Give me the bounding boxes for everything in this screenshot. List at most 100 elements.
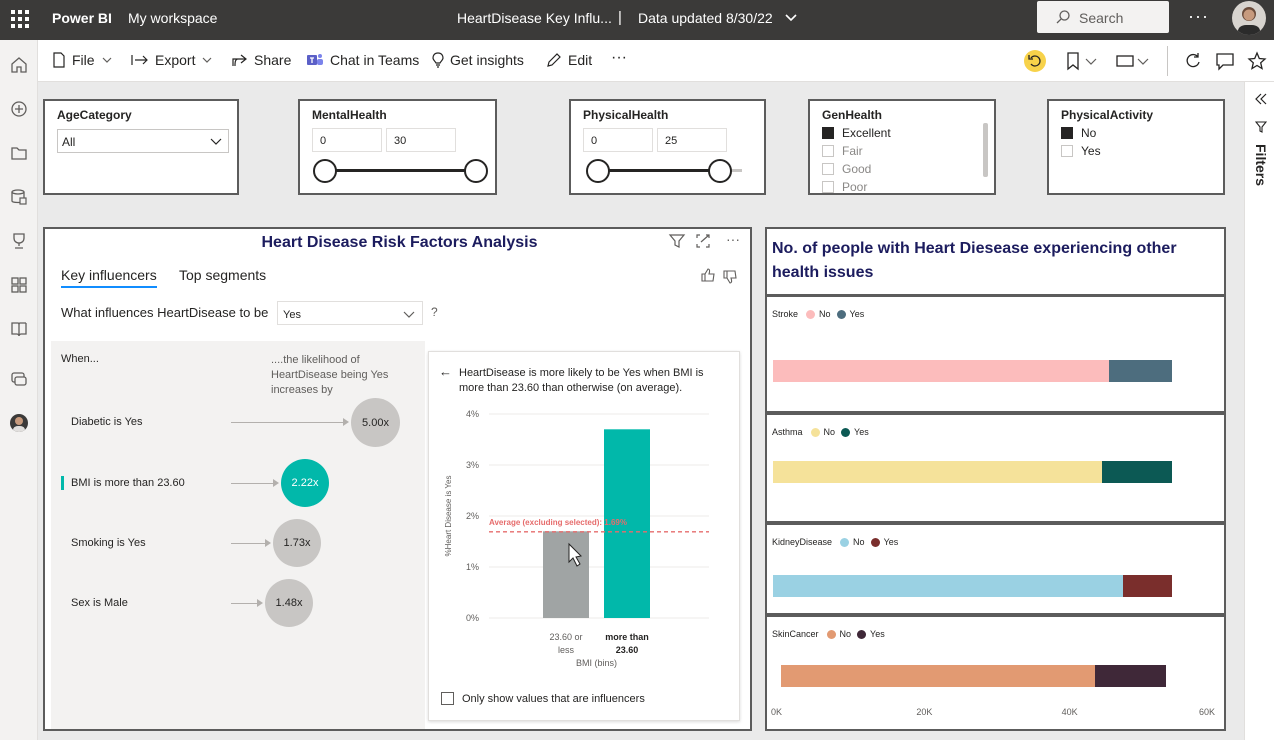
target-value-dropdown[interactable]: Yes	[277, 301, 423, 325]
bar-segment-no[interactable]	[781, 665, 1096, 687]
expand-filters-icon[interactable]	[1255, 92, 1267, 106]
app-launcher-icon[interactable]	[11, 10, 29, 28]
export-menu[interactable]: Export	[131, 52, 213, 68]
data-updated-label[interactable]: Data updated 8/30/22	[638, 10, 773, 26]
refresh-icon[interactable]	[1182, 50, 1204, 72]
influencer-bubble[interactable]: 1.48x	[265, 579, 313, 627]
slicer-title: PhysicalHealth	[583, 108, 669, 122]
toolbar-divider	[1167, 46, 1168, 76]
physical-health-min-input[interactable]: 0	[583, 128, 653, 152]
range-max-handle[interactable]	[708, 159, 732, 183]
bar-segment-no[interactable]	[773, 461, 1102, 483]
bar-segment-no[interactable]	[773, 360, 1109, 382]
slicer-scrollbar[interactable]	[983, 123, 988, 177]
checkbox[interactable]	[822, 163, 834, 175]
range-max-handle[interactable]	[464, 159, 488, 183]
bar-segment-yes[interactable]	[1122, 575, 1173, 597]
browse-icon[interactable]	[10, 144, 28, 162]
gen-health-option-poor[interactable]: Poor	[822, 180, 867, 194]
avatar[interactable]	[1232, 1, 1266, 35]
checkbox[interactable]	[822, 145, 834, 157]
influencer-label[interactable]: Smoking is Yes	[71, 537, 146, 549]
datahub-icon[interactable]	[10, 188, 28, 206]
influencer-label[interactable]: BMI is more than 23.60	[71, 477, 185, 489]
physical-activity-option-yes[interactable]: Yes	[1061, 144, 1101, 158]
y-tick-label: 3%	[466, 460, 479, 470]
range-min-handle[interactable]	[313, 159, 337, 183]
my-workspace-avatar[interactable]	[10, 414, 28, 432]
chat-in-teams-button[interactable]: Chat in Teams	[306, 52, 419, 68]
bar-segment-no[interactable]	[773, 575, 1123, 597]
learn-icon[interactable]	[10, 320, 28, 338]
legend-label[interactable]: No	[853, 537, 865, 547]
filter-icon[interactable]	[668, 233, 686, 249]
thumbs-up-icon[interactable]	[700, 267, 716, 283]
bar-segment-yes[interactable]	[1108, 360, 1173, 382]
get-insights-button[interactable]: Get insights	[432, 52, 524, 68]
checkbox[interactable]	[441, 692, 454, 705]
checkbox[interactable]	[822, 181, 834, 193]
bookmark-icon[interactable]	[1062, 50, 1084, 72]
physical-health-max-input[interactable]: 25	[657, 128, 727, 152]
chevron-down-icon[interactable]	[1084, 50, 1098, 72]
workspace-link[interactable]: My workspace	[128, 10, 217, 26]
more-options-icon[interactable]: ···	[726, 231, 740, 247]
create-icon[interactable]	[10, 100, 28, 118]
comment-icon[interactable]	[1214, 50, 1236, 72]
checkbox[interactable]	[822, 127, 834, 139]
brand-label[interactable]: Power BI	[52, 10, 112, 26]
help-icon[interactable]: ?	[431, 305, 438, 319]
mental-health-max-input[interactable]: 30	[386, 128, 456, 152]
influencer-arrow	[231, 543, 265, 544]
physical-activity-option-no[interactable]: No	[1061, 126, 1096, 140]
legend-label[interactable]: No	[840, 629, 852, 639]
influencer-bubble[interactable]: 1.73x	[273, 519, 321, 567]
tab-key-influencers[interactable]: Key influencers	[61, 267, 157, 288]
apps-icon[interactable]	[10, 276, 28, 294]
bar-segment-yes[interactable]	[1101, 461, 1173, 483]
legend-label[interactable]: Yes	[870, 629, 885, 639]
report-title[interactable]: HeartDisease Key Influ...	[457, 10, 612, 26]
legend-label[interactable]: Yes	[850, 309, 865, 319]
view-icon[interactable]	[1114, 50, 1136, 72]
edit-button[interactable]: Edit	[546, 52, 592, 68]
influencer-label[interactable]: Diabetic is Yes	[71, 416, 143, 428]
title-separator: |	[618, 9, 622, 26]
checkbox[interactable]	[1061, 127, 1073, 139]
chevron-down-icon[interactable]	[784, 11, 798, 25]
age-category-dropdown[interactable]: All	[57, 129, 229, 153]
chevron-down-icon[interactable]	[1136, 50, 1150, 72]
more-options-icon[interactable]: ···	[1188, 6, 1209, 27]
influencer-label[interactable]: Sex is Male	[71, 597, 128, 609]
bar-segment-yes[interactable]	[1095, 665, 1167, 687]
legend-label[interactable]: Yes	[884, 537, 899, 547]
gen-health-option-excellent[interactable]: Excellent	[822, 126, 891, 140]
search-box[interactable]: Search	[1037, 1, 1169, 33]
legend-label[interactable]: No	[824, 427, 836, 437]
reset-icon[interactable]	[1024, 50, 1046, 72]
file-menu[interactable]: File	[52, 52, 113, 68]
home-icon[interactable]	[10, 56, 28, 74]
back-arrow-icon[interactable]: ←	[439, 364, 452, 379]
favorite-star-icon[interactable]	[1246, 50, 1268, 72]
influencer-bubble[interactable]: 5.00x	[351, 398, 400, 447]
gen-health-option-good[interactable]: Good	[822, 162, 871, 176]
focus-mode-icon[interactable]	[694, 233, 712, 249]
mental-health-min-input[interactable]: 0	[312, 128, 382, 152]
goals-icon[interactable]	[10, 232, 28, 250]
checkbox[interactable]	[1061, 145, 1073, 157]
legend-label[interactable]: No	[819, 309, 831, 319]
thumbs-down-icon[interactable]	[722, 269, 738, 285]
lightbulb-icon	[432, 52, 444, 68]
workspaces-icon[interactable]	[10, 370, 28, 388]
more-commands-button[interactable]: ···	[611, 49, 627, 67]
range-min-handle[interactable]	[586, 159, 610, 183]
when-label: When...	[61, 353, 99, 365]
tab-top-segments[interactable]: Top segments	[179, 267, 266, 283]
legend-label[interactable]: Yes	[854, 427, 869, 437]
gen-health-option-fair[interactable]: Fair	[822, 144, 863, 158]
only-influencers-toggle[interactable]: Only show values that are influencers	[441, 692, 645, 705]
filters-pane[interactable]: Filters	[1244, 82, 1274, 740]
share-button[interactable]: Share	[232, 52, 291, 68]
influencer-bubble-selected[interactable]: 2.22x	[281, 459, 329, 507]
